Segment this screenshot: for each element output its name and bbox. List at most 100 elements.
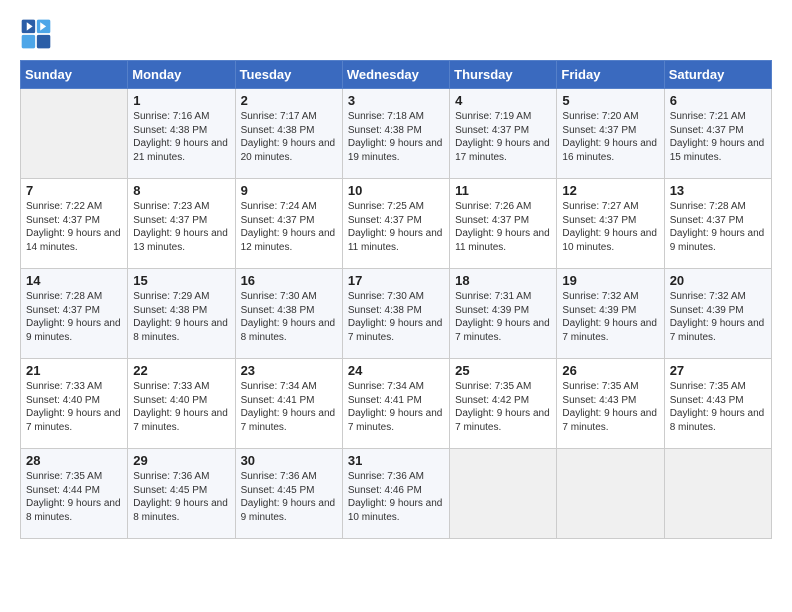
day-number: 29 bbox=[133, 453, 229, 468]
calendar-cell: 19 Sunrise: 7:32 AMSunset: 4:39 PMDaylig… bbox=[557, 269, 664, 359]
day-number: 28 bbox=[26, 453, 122, 468]
day-info: Sunrise: 7:24 AMSunset: 4:37 PMDaylight:… bbox=[241, 201, 336, 253]
day-number: 23 bbox=[241, 363, 337, 378]
weekday-header-row: SundayMondayTuesdayWednesdayThursdayFrid… bbox=[21, 61, 772, 89]
day-number: 1 bbox=[133, 93, 229, 108]
calendar-cell: 30 Sunrise: 7:36 AMSunset: 4:45 PMDaylig… bbox=[235, 449, 342, 539]
weekday-header-friday: Friday bbox=[557, 61, 664, 89]
calendar-cell: 17 Sunrise: 7:30 AMSunset: 4:38 PMDaylig… bbox=[342, 269, 449, 359]
logo bbox=[20, 18, 56, 50]
calendar-cell: 31 Sunrise: 7:36 AMSunset: 4:46 PMDaylig… bbox=[342, 449, 449, 539]
day-info: Sunrise: 7:22 AMSunset: 4:37 PMDaylight:… bbox=[26, 201, 121, 253]
calendar-cell: 16 Sunrise: 7:30 AMSunset: 4:38 PMDaylig… bbox=[235, 269, 342, 359]
calendar-table: SundayMondayTuesdayWednesdayThursdayFrid… bbox=[20, 60, 772, 539]
day-info: Sunrise: 7:20 AMSunset: 4:37 PMDaylight:… bbox=[562, 111, 657, 163]
day-info: Sunrise: 7:35 AMSunset: 4:43 PMDaylight:… bbox=[670, 381, 765, 433]
calendar-cell: 28 Sunrise: 7:35 AMSunset: 4:44 PMDaylig… bbox=[21, 449, 128, 539]
day-number: 3 bbox=[348, 93, 444, 108]
day-info: Sunrise: 7:31 AMSunset: 4:39 PMDaylight:… bbox=[455, 291, 550, 343]
day-number: 27 bbox=[670, 363, 766, 378]
day-number: 31 bbox=[348, 453, 444, 468]
day-info: Sunrise: 7:28 AMSunset: 4:37 PMDaylight:… bbox=[670, 201, 765, 253]
page: SundayMondayTuesdayWednesdayThursdayFrid… bbox=[0, 0, 792, 612]
day-info: Sunrise: 7:36 AMSunset: 4:46 PMDaylight:… bbox=[348, 471, 443, 523]
calendar-cell: 26 Sunrise: 7:35 AMSunset: 4:43 PMDaylig… bbox=[557, 359, 664, 449]
calendar-cell: 18 Sunrise: 7:31 AMSunset: 4:39 PMDaylig… bbox=[450, 269, 557, 359]
day-number: 15 bbox=[133, 273, 229, 288]
day-number: 7 bbox=[26, 183, 122, 198]
calendar-cell: 1 Sunrise: 7:16 AMSunset: 4:38 PMDayligh… bbox=[128, 89, 235, 179]
day-number: 26 bbox=[562, 363, 658, 378]
calendar-cell bbox=[450, 449, 557, 539]
day-info: Sunrise: 7:26 AMSunset: 4:37 PMDaylight:… bbox=[455, 201, 550, 253]
calendar-cell: 12 Sunrise: 7:27 AMSunset: 4:37 PMDaylig… bbox=[557, 179, 664, 269]
day-info: Sunrise: 7:35 AMSunset: 4:42 PMDaylight:… bbox=[455, 381, 550, 433]
day-info: Sunrise: 7:33 AMSunset: 4:40 PMDaylight:… bbox=[133, 381, 228, 433]
day-info: Sunrise: 7:35 AMSunset: 4:43 PMDaylight:… bbox=[562, 381, 657, 433]
weekday-header-wednesday: Wednesday bbox=[342, 61, 449, 89]
day-info: Sunrise: 7:33 AMSunset: 4:40 PMDaylight:… bbox=[26, 381, 121, 433]
day-info: Sunrise: 7:21 AMSunset: 4:37 PMDaylight:… bbox=[670, 111, 765, 163]
day-info: Sunrise: 7:28 AMSunset: 4:37 PMDaylight:… bbox=[26, 291, 121, 343]
day-number: 8 bbox=[133, 183, 229, 198]
calendar-cell: 14 Sunrise: 7:28 AMSunset: 4:37 PMDaylig… bbox=[21, 269, 128, 359]
calendar-cell: 27 Sunrise: 7:35 AMSunset: 4:43 PMDaylig… bbox=[664, 359, 771, 449]
calendar-cell: 2 Sunrise: 7:17 AMSunset: 4:38 PMDayligh… bbox=[235, 89, 342, 179]
weekday-header-thursday: Thursday bbox=[450, 61, 557, 89]
calendar-cell bbox=[664, 449, 771, 539]
day-number: 20 bbox=[670, 273, 766, 288]
day-number: 11 bbox=[455, 183, 551, 198]
day-info: Sunrise: 7:25 AMSunset: 4:37 PMDaylight:… bbox=[348, 201, 443, 253]
day-number: 17 bbox=[348, 273, 444, 288]
day-number: 24 bbox=[348, 363, 444, 378]
calendar-cell: 22 Sunrise: 7:33 AMSunset: 4:40 PMDaylig… bbox=[128, 359, 235, 449]
logo-icon bbox=[20, 18, 52, 50]
calendar-cell: 24 Sunrise: 7:34 AMSunset: 4:41 PMDaylig… bbox=[342, 359, 449, 449]
day-number: 9 bbox=[241, 183, 337, 198]
calendar-cell: 25 Sunrise: 7:35 AMSunset: 4:42 PMDaylig… bbox=[450, 359, 557, 449]
calendar-cell: 3 Sunrise: 7:18 AMSunset: 4:38 PMDayligh… bbox=[342, 89, 449, 179]
day-number: 6 bbox=[670, 93, 766, 108]
day-number: 21 bbox=[26, 363, 122, 378]
weekday-header-tuesday: Tuesday bbox=[235, 61, 342, 89]
day-number: 19 bbox=[562, 273, 658, 288]
header bbox=[20, 18, 772, 50]
day-info: Sunrise: 7:16 AMSunset: 4:38 PMDaylight:… bbox=[133, 111, 228, 163]
day-number: 2 bbox=[241, 93, 337, 108]
calendar-cell: 4 Sunrise: 7:19 AMSunset: 4:37 PMDayligh… bbox=[450, 89, 557, 179]
day-info: Sunrise: 7:23 AMSunset: 4:37 PMDaylight:… bbox=[133, 201, 228, 253]
day-info: Sunrise: 7:19 AMSunset: 4:37 PMDaylight:… bbox=[455, 111, 550, 163]
day-number: 30 bbox=[241, 453, 337, 468]
day-number: 12 bbox=[562, 183, 658, 198]
weekday-header-saturday: Saturday bbox=[664, 61, 771, 89]
day-info: Sunrise: 7:30 AMSunset: 4:38 PMDaylight:… bbox=[348, 291, 443, 343]
day-info: Sunrise: 7:32 AMSunset: 4:39 PMDaylight:… bbox=[670, 291, 765, 343]
calendar-cell: 10 Sunrise: 7:25 AMSunset: 4:37 PMDaylig… bbox=[342, 179, 449, 269]
calendar-cell bbox=[557, 449, 664, 539]
day-info: Sunrise: 7:18 AMSunset: 4:38 PMDaylight:… bbox=[348, 111, 443, 163]
day-number: 22 bbox=[133, 363, 229, 378]
day-info: Sunrise: 7:34 AMSunset: 4:41 PMDaylight:… bbox=[241, 381, 336, 433]
calendar-cell: 13 Sunrise: 7:28 AMSunset: 4:37 PMDaylig… bbox=[664, 179, 771, 269]
day-info: Sunrise: 7:36 AMSunset: 4:45 PMDaylight:… bbox=[133, 471, 228, 523]
day-number: 18 bbox=[455, 273, 551, 288]
calendar-cell: 8 Sunrise: 7:23 AMSunset: 4:37 PMDayligh… bbox=[128, 179, 235, 269]
day-info: Sunrise: 7:30 AMSunset: 4:38 PMDaylight:… bbox=[241, 291, 336, 343]
day-info: Sunrise: 7:35 AMSunset: 4:44 PMDaylight:… bbox=[26, 471, 121, 523]
day-number: 13 bbox=[670, 183, 766, 198]
day-info: Sunrise: 7:29 AMSunset: 4:38 PMDaylight:… bbox=[133, 291, 228, 343]
calendar-cell: 21 Sunrise: 7:33 AMSunset: 4:40 PMDaylig… bbox=[21, 359, 128, 449]
calendar-cell: 15 Sunrise: 7:29 AMSunset: 4:38 PMDaylig… bbox=[128, 269, 235, 359]
week-row-4: 28 Sunrise: 7:35 AMSunset: 4:44 PMDaylig… bbox=[21, 449, 772, 539]
weekday-header-monday: Monday bbox=[128, 61, 235, 89]
day-info: Sunrise: 7:32 AMSunset: 4:39 PMDaylight:… bbox=[562, 291, 657, 343]
week-row-1: 7 Sunrise: 7:22 AMSunset: 4:37 PMDayligh… bbox=[21, 179, 772, 269]
calendar-cell: 7 Sunrise: 7:22 AMSunset: 4:37 PMDayligh… bbox=[21, 179, 128, 269]
day-info: Sunrise: 7:34 AMSunset: 4:41 PMDaylight:… bbox=[348, 381, 443, 433]
calendar-cell: 23 Sunrise: 7:34 AMSunset: 4:41 PMDaylig… bbox=[235, 359, 342, 449]
week-row-2: 14 Sunrise: 7:28 AMSunset: 4:37 PMDaylig… bbox=[21, 269, 772, 359]
day-number: 4 bbox=[455, 93, 551, 108]
week-row-3: 21 Sunrise: 7:33 AMSunset: 4:40 PMDaylig… bbox=[21, 359, 772, 449]
day-number: 25 bbox=[455, 363, 551, 378]
calendar-cell bbox=[21, 89, 128, 179]
